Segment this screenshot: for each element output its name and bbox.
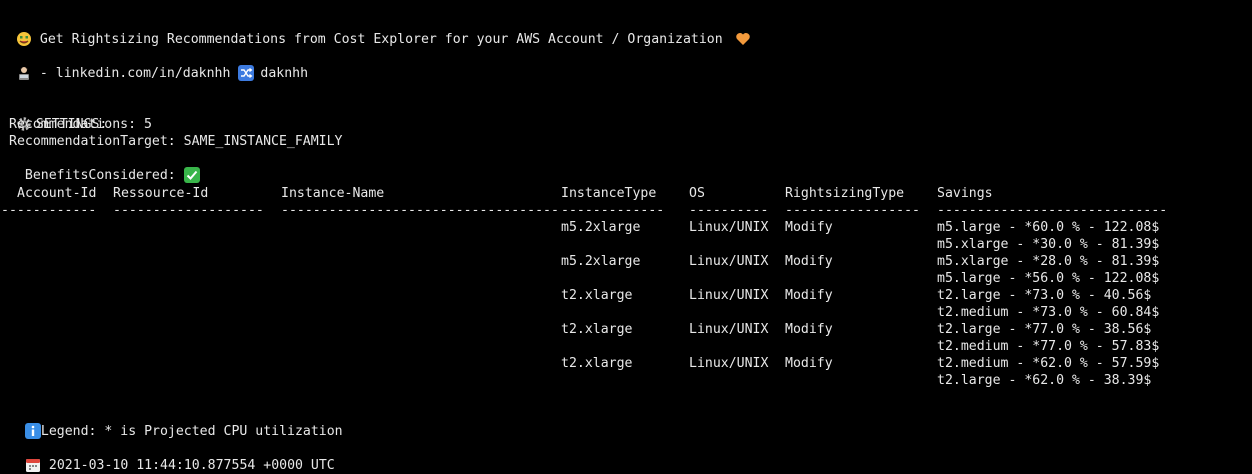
cell-os: Linux/UNIX	[689, 254, 769, 269]
author-handle: daknhh	[260, 66, 309, 81]
separator-instance-name: -----------------------------------	[281, 203, 559, 218]
header-instance-type: InstanceType	[561, 186, 657, 201]
cell-savings: m5.xlarge - *28.0 % - 81.39$	[937, 254, 1160, 269]
orange-heart-icon	[735, 31, 751, 45]
header-resource-id: Ressource-Id	[113, 186, 209, 201]
cell-instance-type: m5.2xlarge	[561, 220, 641, 235]
settings-target: RecommendationTarget: SAME_INSTANCE_FAMI…	[9, 134, 343, 149]
settings-benefits-line: BenefitsConsidered:	[9, 150, 208, 183]
money-mouth-face-icon	[16, 31, 32, 46]
cell-savings: m5.xlarge - *30.0 % - 81.39$	[937, 237, 1160, 252]
header-instance-name: Instance-Name	[281, 186, 385, 201]
separator-savings: -----------------------------	[937, 203, 1168, 218]
cell-savings: t2.large - *62.0 % - 38.39$	[937, 373, 1152, 388]
separator-resource-id: -------------------	[113, 203, 264, 218]
timestamp: 2021-03-10 11:44:10.877554 +0000 UTC	[48, 458, 335, 473]
cell-rightsizing-type: Modify	[785, 356, 833, 371]
information-icon	[24, 423, 41, 439]
separator-rightsizing-type: -----------------	[785, 203, 920, 218]
page-title: Get Rightsizing Recommendations from Cos…	[39, 32, 723, 47]
separator-account-id: ------------	[1, 203, 97, 218]
cell-instance-type: m5.2xlarge	[561, 254, 641, 269]
cell-os: Linux/UNIX	[689, 288, 769, 303]
cell-instance-type: t2.xlarge	[561, 322, 633, 337]
settings-recommendations: Recommendations: 5	[9, 117, 152, 132]
check-mark-button-icon	[183, 167, 200, 183]
title-line: Get Rightsizing Recommendations from Cos…	[0, 14, 759, 47]
cell-rightsizing-type: Modify	[785, 322, 833, 337]
cell-savings: t2.medium - *77.0 % - 57.83$	[937, 339, 1160, 354]
legend-line: Legend: * is Projected CPU utilization	[9, 406, 343, 439]
settings-benefits: BenefitsConsidered:	[24, 168, 176, 183]
cell-rightsizing-type: Modify	[785, 220, 833, 235]
cell-savings: t2.large - *77.0 % - 38.56$	[937, 322, 1152, 337]
header-account-id: Account-Id	[17, 186, 97, 201]
cell-rightsizing-type: Modify	[785, 254, 833, 269]
cell-savings: m5.large - *60.0 % - 122.08$	[937, 220, 1160, 235]
header-savings: Savings	[937, 186, 993, 201]
separator-instance-type: -------------	[561, 203, 665, 218]
cell-os: Linux/UNIX	[689, 322, 769, 337]
cell-savings: t2.medium - *73.0 % - 60.84$	[937, 305, 1160, 320]
cell-savings: t2.large - *73.0 % - 40.56$	[937, 288, 1152, 303]
cell-os: Linux/UNIX	[689, 220, 769, 235]
separator-os: ----------	[689, 203, 769, 218]
timestamp-line: 2021-03-10 11:44:10.877554 +0000 UTC	[9, 440, 335, 473]
calendar-icon	[25, 457, 41, 472]
legend-text: Legend: * is Projected CPU utilization	[40, 424, 343, 439]
header-rightsizing-type: RightsizingType	[785, 186, 905, 201]
settings-heading-line: SETTINGS:	[0, 99, 107, 132]
linkedin-link[interactable]: - linkedin.com/in/daknhh	[40, 66, 231, 81]
cell-instance-type: t2.xlarge	[561, 356, 633, 371]
cell-rightsizing-type: Modify	[785, 288, 833, 303]
cell-savings: m5.large - *56.0 % - 122.08$	[937, 271, 1160, 286]
author-line: - linkedin.com/in/daknhh daknhh	[0, 48, 308, 81]
cell-os: Linux/UNIX	[689, 356, 769, 371]
cell-instance-type: t2.xlarge	[561, 288, 633, 303]
cell-savings: t2.medium - *62.0 % - 57.59$	[937, 356, 1160, 371]
header-os: OS	[689, 186, 705, 201]
technologist-icon	[16, 65, 32, 80]
shuffle-icon	[238, 65, 255, 81]
